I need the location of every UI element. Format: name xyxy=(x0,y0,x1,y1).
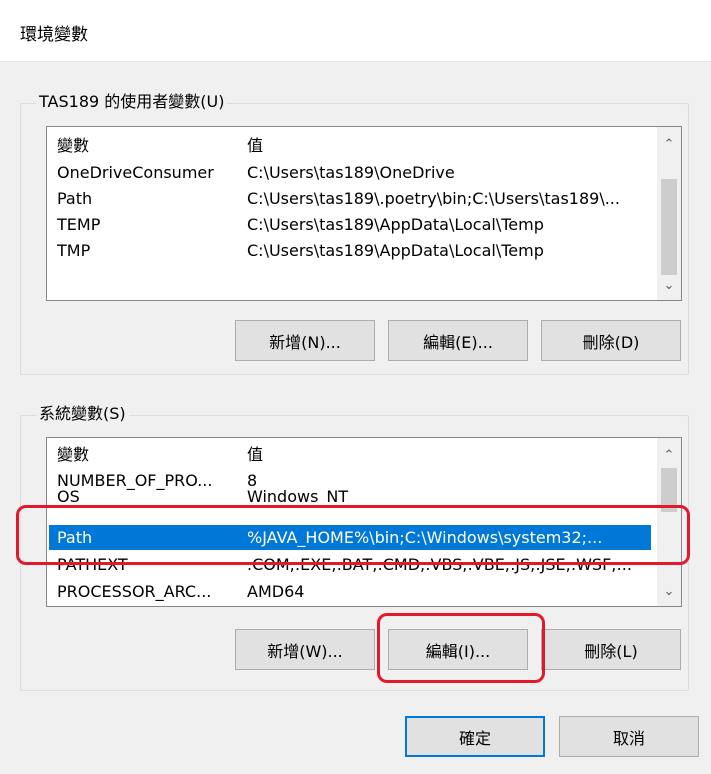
ok-button[interactable]: 確定 xyxy=(405,716,545,757)
user-edit-button[interactable]: 編輯(E)... xyxy=(388,320,528,361)
column-header-variable[interactable]: 變數 xyxy=(57,442,243,467)
system-variables-list[interactable]: 變數 值 NUMBER_OF_PRO... 8 OS Windows_NT Pa… xyxy=(46,437,682,607)
list-header: 變數 值 xyxy=(51,133,651,158)
user-variables-label: TAS189 的使用者變數(U) xyxy=(36,92,228,112)
system-delete-button[interactable]: 刪除(L) xyxy=(541,629,681,670)
list-item-selected[interactable]: Path %JAVA_HOME%\bin;C:\Windows\system32… xyxy=(49,525,651,550)
variable-name: OS xyxy=(57,490,80,504)
list-item[interactable]: Path C:\Users\tas189\.poetry\bin;C:\User… xyxy=(51,186,651,211)
user-variables-list[interactable]: 變數 值 OneDriveConsumer C:\Users\tas189\On… xyxy=(46,126,682,301)
variable-value: C:\Users\tas189\OneDrive xyxy=(247,163,455,182)
cancel-button[interactable]: 取消 xyxy=(559,716,699,757)
list-item[interactable]: OneDriveConsumer C:\Users\tas189\OneDriv… xyxy=(51,160,651,185)
vertical-scrollbar[interactable]: ⌃ ⌄ xyxy=(657,127,681,300)
variable-value: C:\Users\tas189\AppData\Local\Temp xyxy=(247,215,544,234)
variable-value: .COM;.EXE;.BAT;.CMD;.VBS;.VBE;.JS;.JSE;.… xyxy=(247,555,632,574)
window-title: 環境變數 xyxy=(20,25,88,45)
variable-name: Path xyxy=(57,189,93,208)
variable-value: %JAVA_HOME%\bin;C:\Windows\system32;... xyxy=(247,528,603,547)
list-item[interactable]: PROCESSOR_ARC... AMD64 xyxy=(51,579,651,604)
scroll-thumb[interactable] xyxy=(661,179,677,275)
column-header-value[interactable]: 值 xyxy=(247,133,657,158)
variable-name: OneDriveConsumer xyxy=(57,163,214,182)
chevron-up-icon[interactable]: ⌃ xyxy=(657,442,681,468)
chevron-up-icon[interactable]: ⌃ xyxy=(657,131,681,157)
variable-name: PROCESSOR_ARC... xyxy=(57,582,212,601)
vertical-scrollbar[interactable]: ⌃ ⌄ xyxy=(657,438,681,606)
variable-name: PATHEXT xyxy=(57,555,128,574)
system-edit-button[interactable]: 編輯(I)... xyxy=(388,629,528,670)
variable-value: AMD64 xyxy=(247,582,305,601)
list-item[interactable]: PATHEXT .COM;.EXE;.BAT;.CMD;.VBS;.VBE;.J… xyxy=(51,552,651,574)
list-header: 變數 值 xyxy=(51,442,651,467)
list-item[interactable]: OS Windows_NT xyxy=(51,490,651,514)
variable-name: Path xyxy=(57,528,93,547)
column-header-variable[interactable]: 變數 xyxy=(57,133,243,158)
variable-name: TEMP xyxy=(57,215,101,234)
system-new-button[interactable]: 新增(W)... xyxy=(235,629,375,670)
list-item[interactable]: TEMP C:\Users\tas189\AppData\Local\Temp xyxy=(51,212,651,237)
variable-name: TMP xyxy=(57,241,91,260)
system-variables-label: 系統變數(S) xyxy=(36,404,129,424)
column-header-value[interactable]: 值 xyxy=(247,442,657,467)
title-bar: 環境變數 xyxy=(0,0,711,62)
chevron-down-icon[interactable]: ⌄ xyxy=(657,578,681,604)
user-delete-button[interactable]: 刪除(D) xyxy=(541,320,681,361)
user-new-button[interactable]: 新增(N)... xyxy=(235,320,375,361)
variable-value: Windows_NT xyxy=(247,490,349,504)
list-item[interactable]: TMP C:\Users\tas189\AppData\Local\Temp xyxy=(51,238,651,263)
variable-value: C:\Users\tas189\AppData\Local\Temp xyxy=(247,241,544,260)
chevron-down-icon[interactable]: ⌄ xyxy=(657,272,681,298)
scroll-thumb[interactable] xyxy=(661,468,677,512)
variable-value: C:\Users\tas189\.poetry\bin;C:\Users\tas… xyxy=(247,189,620,208)
